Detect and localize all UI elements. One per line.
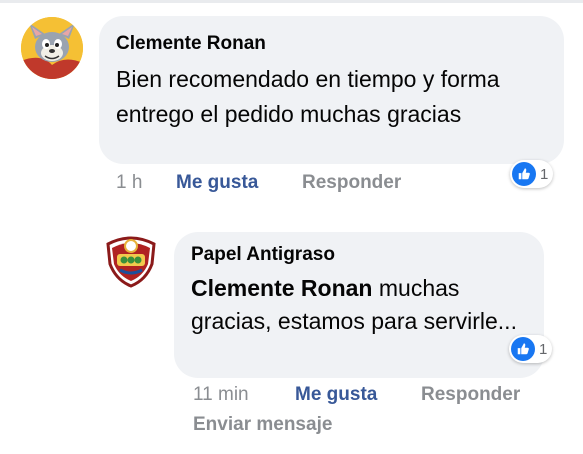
reaction-count: 1	[539, 340, 548, 358]
thumbs-up-icon	[511, 337, 535, 361]
comment-text: Bien recomendado en tiempo y forma entre…	[116, 66, 500, 127]
reply-author-name[interactable]: Papel Antigraso	[191, 243, 526, 267]
cartoon-cat-avatar-icon	[21, 17, 83, 79]
reply-reaction-badge[interactable]: 1	[509, 335, 553, 363]
page-avatar[interactable]	[98, 226, 164, 292]
comment-like-link[interactable]: Me gusta	[176, 172, 302, 194]
comment-reaction-badge[interactable]: 1	[510, 160, 554, 188]
reply-like-link[interactable]: Me gusta	[295, 384, 421, 406]
shield-logo-avatar-icon	[99, 227, 163, 291]
send-message-link[interactable]: Enviar mensaje	[193, 414, 332, 436]
commenter-name[interactable]: Clemente Ronan	[116, 32, 546, 56]
reply-bubble: Papel Antigraso Clemente Ronan muchas gr…	[174, 232, 544, 378]
reply-actions: 11 min Me gusta Responder	[193, 384, 520, 406]
top-divider	[0, 0, 583, 3]
comment-reply-link[interactable]: Responder	[302, 172, 401, 194]
reply-reply-link[interactable]: Responder	[421, 384, 520, 406]
mentioned-user[interactable]: Clemente Ronan	[191, 275, 372, 301]
comment-actions: 1 h Me gusta Responder	[116, 172, 401, 194]
thumbs-up-icon	[512, 162, 536, 186]
reply-time[interactable]: 11 min	[193, 384, 295, 406]
commenter-avatar[interactable]	[21, 17, 83, 79]
reaction-count: 1	[540, 165, 549, 183]
comment-bubble: Clemente Ronan Bien recomendado en tiemp…	[99, 16, 564, 164]
comment-time[interactable]: 1 h	[116, 172, 176, 194]
reply-text: Clemente Ronan muchas gracias, estamos p…	[191, 272, 526, 338]
